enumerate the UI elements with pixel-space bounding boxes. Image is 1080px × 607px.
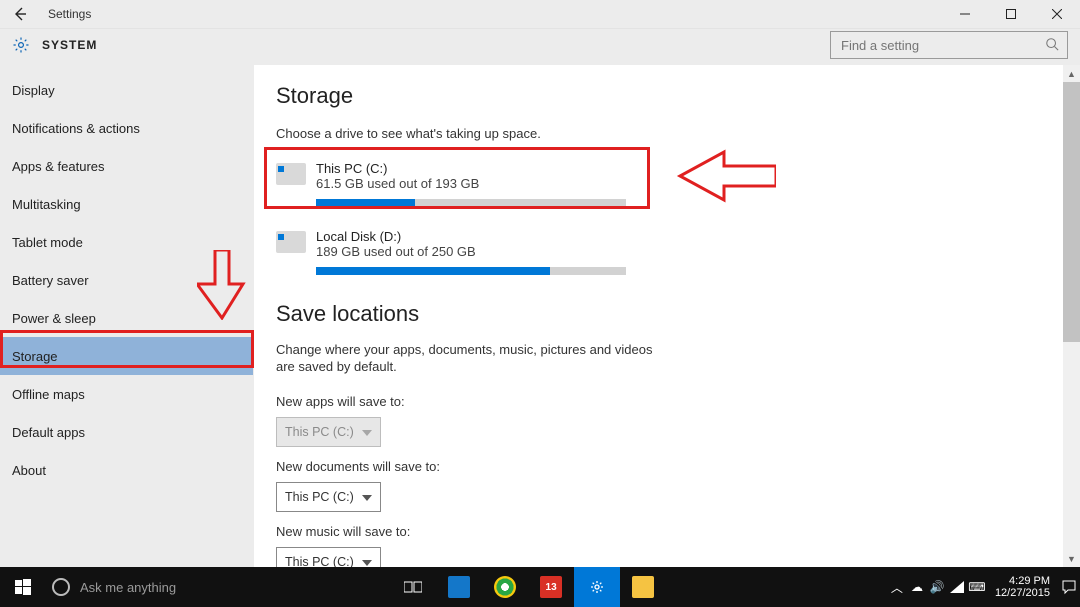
- sidebar-item-tablet-mode[interactable]: Tablet mode: [0, 223, 253, 261]
- dropdown-value: This PC (C:): [285, 425, 354, 439]
- cortana-icon: [52, 578, 70, 596]
- sidebar-item-label: Power & sleep: [12, 311, 96, 326]
- sidebar-item-about[interactable]: About: [0, 451, 253, 489]
- sidebar-item-offline-maps[interactable]: Offline maps: [0, 375, 253, 413]
- drive-usage-bar: [316, 267, 626, 275]
- tray-network-icon[interactable]: [947, 567, 967, 607]
- action-center-button[interactable]: [1058, 567, 1080, 607]
- save-locations-title: Save locations: [276, 301, 1058, 327]
- sidebar-item-display[interactable]: Display: [0, 71, 253, 109]
- save-apps-dropdown: This PC (C:): [276, 417, 381, 447]
- clock-date: 12/27/2015: [995, 587, 1050, 599]
- back-button[interactable]: [6, 0, 34, 28]
- sidebar-item-label: Storage: [12, 349, 58, 364]
- settings-search-input[interactable]: [839, 37, 1045, 54]
- drive-usage-bar: [316, 199, 626, 207]
- gear-icon: [12, 36, 30, 54]
- taskbar-clock[interactable]: 4:29 PM 12/27/2015: [987, 575, 1058, 599]
- tray-onedrive-icon[interactable]: ☁: [907, 567, 927, 607]
- save-documents-label: New documents will save to:: [276, 459, 1058, 474]
- minimize-button[interactable]: [942, 0, 988, 29]
- drive-d[interactable]: Local Disk (D:) 189 GB used out of 250 G…: [276, 229, 1058, 275]
- tray-chevron-icon[interactable]: ︿: [887, 567, 907, 607]
- start-button[interactable]: [0, 567, 46, 607]
- sidebar-item-label: Default apps: [12, 425, 85, 440]
- sidebar-item-label: Tablet mode: [12, 235, 83, 250]
- drive-icon: [276, 231, 306, 253]
- settings-search[interactable]: [830, 31, 1068, 59]
- scroll-thumb[interactable]: [1063, 82, 1080, 342]
- sidebar-item-label: About: [12, 463, 46, 478]
- cortana-search[interactable]: Ask me anything: [46, 567, 190, 607]
- drive-usage-text: 61.5 GB used out of 193 GB: [316, 176, 626, 191]
- sidebar-item-power-sleep[interactable]: Power & sleep: [0, 299, 253, 337]
- taskbar: Ask me anything 13 ︿ ☁ 🔊 ⌨ 4:29 PM 12/27…: [0, 567, 1080, 607]
- taskbar-app-explorer[interactable]: [620, 567, 666, 607]
- dropdown-value: This PC (C:): [285, 555, 354, 567]
- close-button[interactable]: [1034, 0, 1080, 29]
- sidebar-item-label: Apps & features: [12, 159, 105, 174]
- drive-icon: [276, 163, 306, 185]
- sidebar-item-label: Display: [12, 83, 55, 98]
- sidebar-item-label: Battery saver: [12, 273, 89, 288]
- save-locations-text: Change where your apps, documents, music…: [276, 341, 656, 376]
- system-tray: ︿ ☁ 🔊 ⌨ 4:29 PM 12/27/2015: [887, 567, 1080, 607]
- sidebar-item-label: Multitasking: [12, 197, 81, 212]
- sidebar-item-battery-saver[interactable]: Battery saver: [0, 261, 253, 299]
- section-title: SYSTEM: [42, 38, 97, 52]
- cortana-placeholder: Ask me anything: [80, 580, 176, 595]
- tray-keyboard-icon[interactable]: ⌨: [967, 567, 987, 607]
- taskbar-app-edge[interactable]: [436, 567, 482, 607]
- sidebar-item-default-apps[interactable]: Default apps: [0, 413, 253, 451]
- drive-name: Local Disk (D:): [316, 229, 626, 244]
- task-view-button[interactable]: [390, 567, 436, 607]
- sidebar-item-label: Offline maps: [12, 387, 85, 402]
- sidebar-item-multitasking[interactable]: Multitasking: [0, 185, 253, 223]
- save-documents-dropdown[interactable]: This PC (C:): [276, 482, 381, 512]
- save-music-dropdown[interactable]: This PC (C:): [276, 547, 381, 567]
- content-pane: Storage Choose a drive to see what's tak…: [254, 65, 1080, 567]
- drive-name: This PC (C:): [316, 161, 626, 176]
- tray-volume-icon[interactable]: 🔊: [927, 567, 947, 607]
- maximize-button[interactable]: [988, 0, 1034, 29]
- sidebar-item-notifications[interactable]: Notifications & actions: [0, 109, 253, 147]
- sidebar-item-apps-features[interactable]: Apps & features: [0, 147, 253, 185]
- search-icon: [1045, 37, 1059, 54]
- choose-drive-text: Choose a drive to see what's taking up s…: [276, 125, 656, 143]
- taskbar-app-calendar[interactable]: 13: [528, 567, 574, 607]
- sidebar-item-label: Notifications & actions: [12, 121, 140, 136]
- scroll-up-button[interactable]: ▲: [1063, 65, 1080, 82]
- sidebar-item-storage[interactable]: Storage: [0, 337, 253, 375]
- drive-c[interactable]: This PC (C:) 61.5 GB used out of 193 GB: [276, 161, 1058, 207]
- window-titlebar: Settings: [0, 0, 1080, 29]
- dropdown-value: This PC (C:): [285, 490, 354, 504]
- taskbar-app-settings[interactable]: [574, 567, 620, 607]
- settings-header: SYSTEM: [0, 29, 1080, 65]
- drive-usage-text: 189 GB used out of 250 GB: [316, 244, 626, 259]
- sidebar: Display Notifications & actions Apps & f…: [0, 65, 254, 567]
- page-title: Storage: [276, 83, 1058, 109]
- save-music-label: New music will save to:: [276, 524, 1058, 539]
- taskbar-app-chrome[interactable]: [482, 567, 528, 607]
- window-title: Settings: [48, 7, 91, 21]
- scroll-down-button[interactable]: ▼: [1063, 550, 1080, 567]
- clock-time: 4:29 PM: [1009, 575, 1050, 587]
- save-apps-label: New apps will save to:: [276, 394, 1058, 409]
